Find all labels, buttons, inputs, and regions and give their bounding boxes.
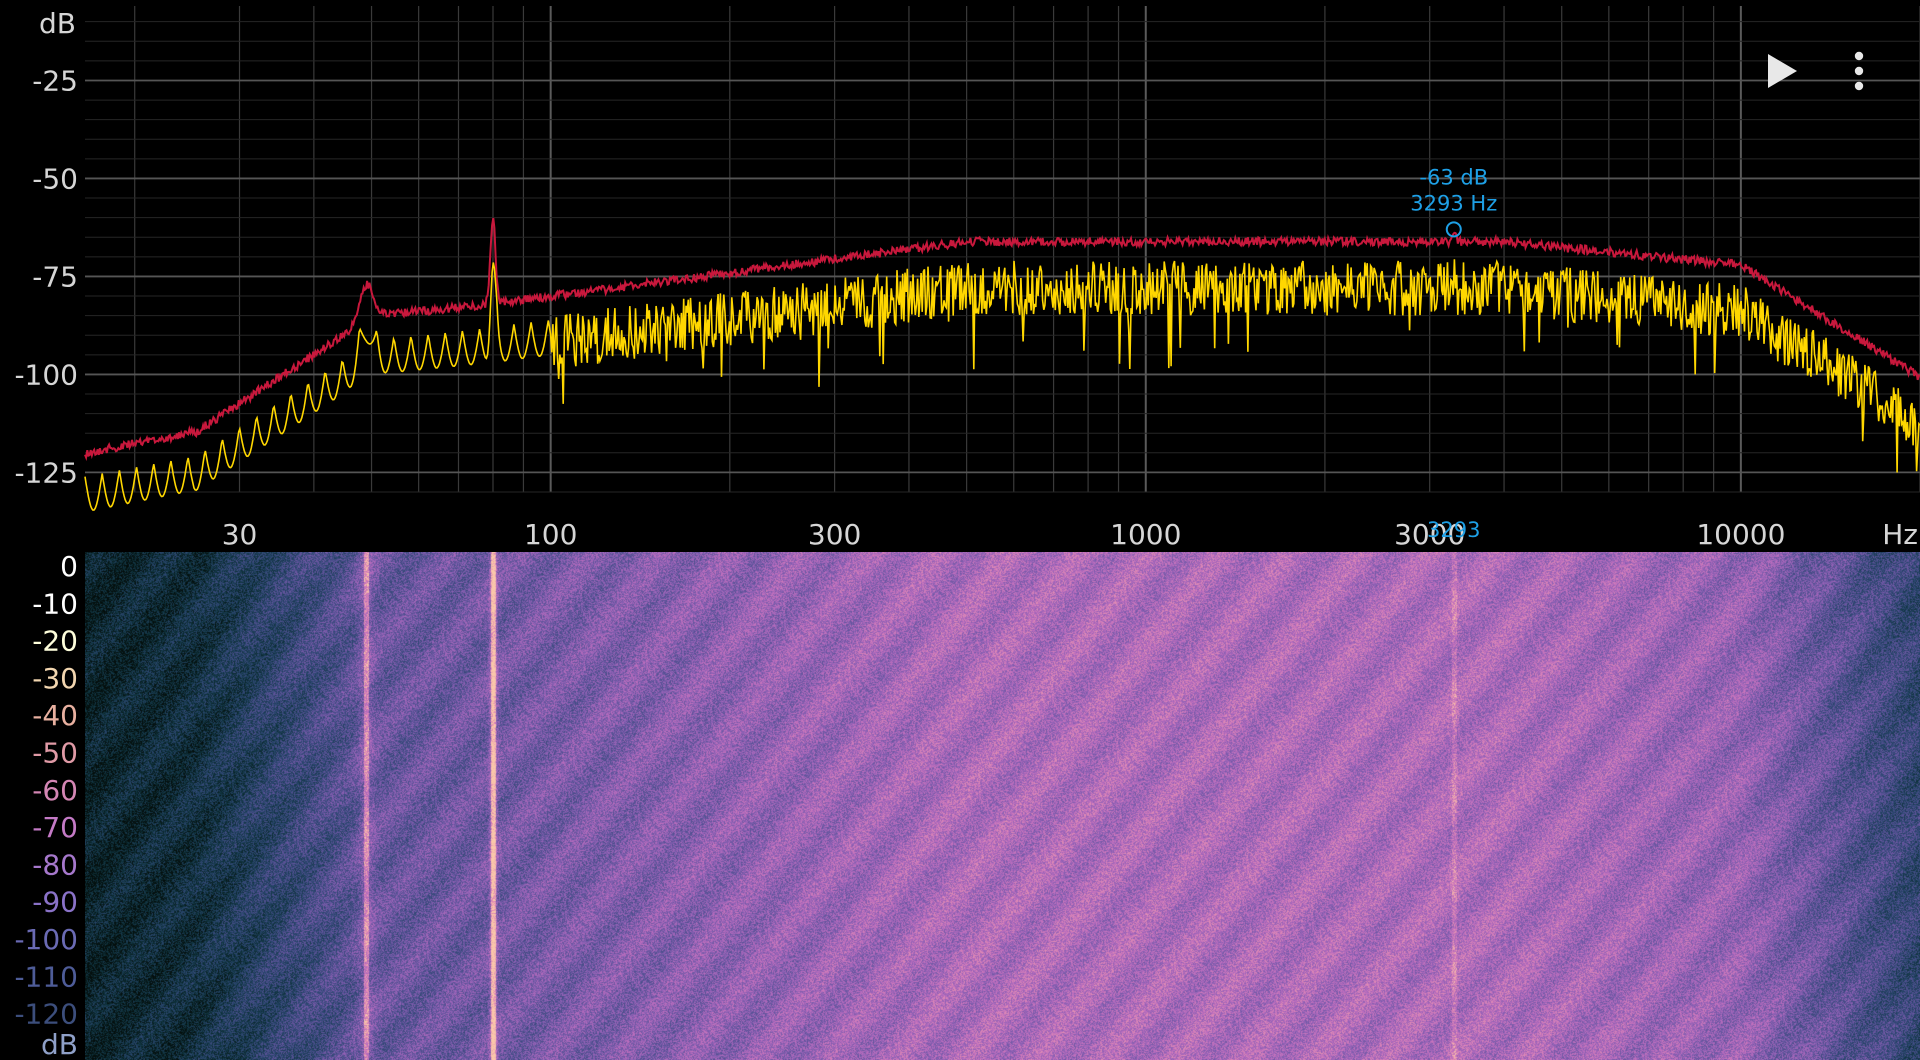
x-tick-label: 10000	[1696, 518, 1785, 551]
spectrum-chart[interactable]: -25-50-75-100-125 dB 30 100 300 1000 3000 100…	[0, 0, 1920, 552]
spectrogram-scale-label: -70	[32, 811, 78, 844]
y-tick-label: -25	[32, 64, 78, 97]
y-tick-label: -50	[32, 162, 78, 195]
spectrogram-scale-label: -110	[14, 960, 78, 993]
hz-unit-label: Hz	[1882, 518, 1918, 551]
spectrogram-db-unit-label: dB	[41, 1028, 78, 1060]
spectrogram-scale-label: -50	[32, 737, 78, 770]
x-tick-label: 30	[222, 518, 258, 551]
overflow-menu-button[interactable]	[1836, 48, 1882, 94]
y-tick-label: -125	[14, 456, 78, 489]
more-vertical-icon	[1854, 51, 1864, 91]
y-tick-label: -100	[14, 358, 78, 391]
peak-hz-readout: 3293 Hz	[1410, 191, 1497, 215]
spectrogram-scale-label: -30	[32, 662, 78, 695]
spectrogram-scale-label: -20	[32, 625, 78, 658]
x-tick-label: 300	[808, 518, 861, 551]
spectrogram-scale-label: -120	[14, 998, 78, 1031]
spectrogram-scale-label: -60	[32, 774, 78, 807]
peak-db-readout: -63 dB	[1419, 165, 1488, 189]
play-icon	[1768, 54, 1797, 88]
spectrogram-panel[interactable]: 0 -10 -20 -30 -40 -50 -60 -70 -80 -90 -100 -110 -120…	[0, 552, 1920, 1060]
play-button[interactable]	[1757, 48, 1803, 94]
spectrogram-scale-label: 0	[60, 552, 78, 583]
spectrogram-scale-label: -100	[14, 923, 78, 956]
spectrogram-image[interactable]	[85, 552, 1920, 1060]
spectrum-panel[interactable]: -25 -50 -75 -100 -125 dB 30 100 300 1000 3000 100…	[0, 0, 1920, 552]
x-tick-label: 1000	[1110, 518, 1181, 551]
y-tick-label: -75	[32, 260, 78, 293]
spectrogram-scale-label: -10	[32, 587, 78, 620]
peak-axis-readout: 3293	[1427, 518, 1480, 542]
spectrogram-scale-label: -80	[32, 848, 78, 881]
spectrogram-scale-label: -40	[32, 699, 78, 732]
spectrogram-scale-label: -90	[32, 886, 78, 919]
x-tick-label: 100	[524, 518, 577, 551]
spectrogram-color-scale: 0 -10 -20 -30 -40 -50 -60 -70 -80 -90 -100 -110 -120…	[14, 552, 78, 1060]
db-unit-label: dB	[39, 7, 76, 40]
